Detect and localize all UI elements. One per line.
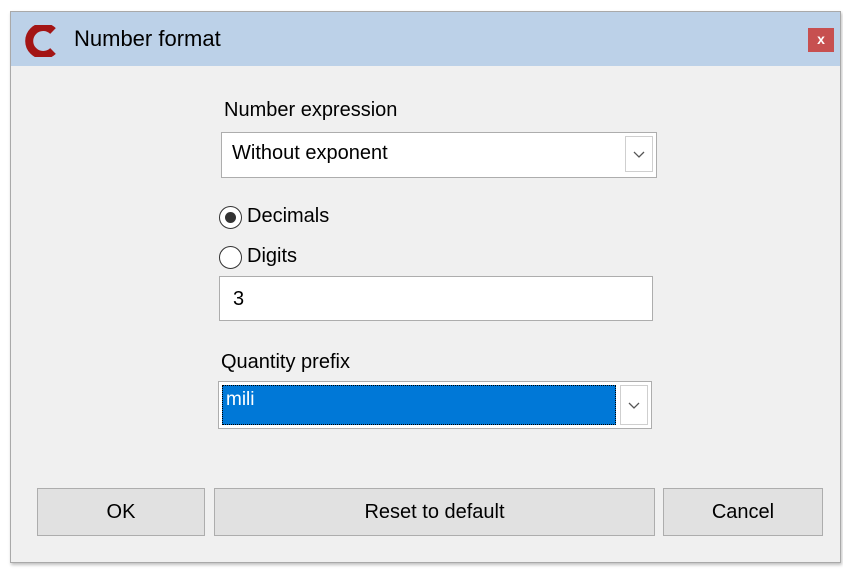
app-logo-icon: [25, 25, 56, 57]
digits-radio[interactable]: [219, 246, 242, 269]
radio-selected-dot: [224, 211, 236, 223]
chevron-down-icon: [628, 402, 640, 409]
number-expression-label: Number expression: [224, 99, 398, 121]
chevron-down-icon: [633, 151, 645, 158]
decimals-label[interactable]: Decimals: [247, 205, 329, 228]
decimals-radio[interactable]: [219, 206, 242, 229]
selected-option-highlight: mili: [222, 385, 616, 425]
number-expression-dropdown[interactable]: Without exponent: [221, 132, 657, 178]
dropdown-arrow-button[interactable]: [620, 385, 648, 425]
reset-to-default-button[interactable]: Reset to default: [214, 488, 655, 536]
window-title: Number format: [74, 26, 221, 51]
number-format-dialog: Number format x Number expression Withou…: [10, 11, 841, 563]
quantity-prefix-dropdown[interactable]: mili: [218, 381, 652, 429]
close-icon: x: [817, 31, 825, 47]
title-bar[interactable]: Number format x: [11, 12, 840, 66]
cancel-button[interactable]: Cancel: [663, 488, 823, 536]
dropdown-arrow-button[interactable]: [625, 136, 653, 172]
digits-label[interactable]: Digits: [247, 245, 297, 268]
number-expression-value: Without exponent: [232, 142, 388, 164]
quantity-prefix-label: Quantity prefix: [221, 351, 350, 373]
quantity-prefix-value: mili: [226, 389, 255, 410]
close-button[interactable]: x: [808, 28, 834, 52]
ok-button[interactable]: OK: [37, 488, 205, 536]
precision-input[interactable]: 3: [219, 276, 653, 321]
precision-value: 3: [233, 288, 245, 310]
